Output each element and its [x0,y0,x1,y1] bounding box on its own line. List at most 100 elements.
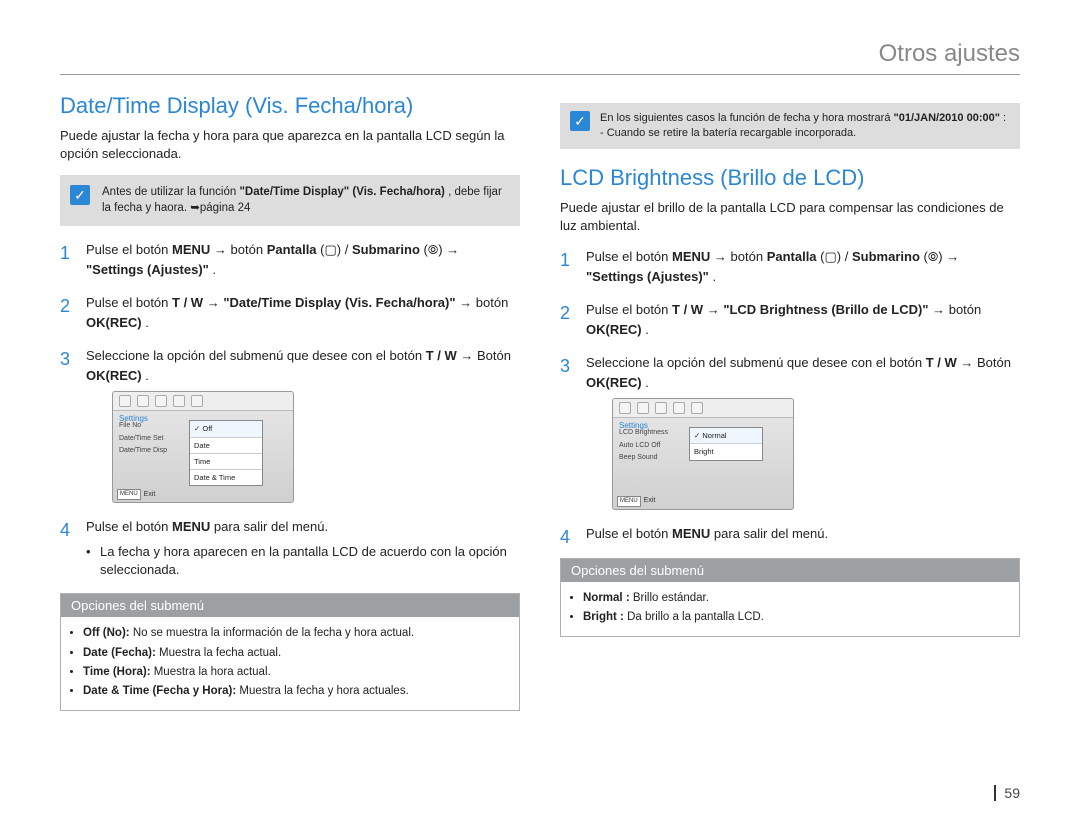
section-heading-lcd: LCD Brightness (Brillo de LCD) [560,165,1020,191]
tw-label: T / W [672,302,703,317]
submenu-options-box: Opciones del submenú Normal : Brillo est… [560,558,1020,638]
steps-list: Pulse el botón MENU → botón Pantalla (▢)… [60,240,520,579]
popup-item: Date [190,438,262,454]
menu-label: MENU [672,526,710,541]
submenu-item-text: Muestra la fecha actual. [156,647,281,659]
tw-label: T / W [172,295,203,310]
manual-page: Otros ajustes Date/Time Display (Vis. Fe… [0,0,1080,827]
settings-label: "Settings (Ajustes)" [86,262,209,277]
info-note-box: ✓ Antes de utilizar la función "Date/Tim… [60,175,520,226]
menu-label: MENU [172,242,210,257]
arrow: → Botón [960,355,1011,370]
right-column: ✓ En los siguientes casos la función de … [560,93,1020,711]
step4-text: Pulse el botón [86,519,172,534]
submenu-item: Off (No): No se muestra la información d… [83,625,507,642]
step4-text2: para salir del menú. [714,526,828,541]
submenu-item-bold: Date & Time (Fecha y Hora): [83,685,236,697]
ok-label: OK(REC) [86,368,142,383]
pantalla-label: Pantalla [767,249,817,264]
intro-text: Puede ajustar el brillo de la pantalla L… [560,199,1020,235]
arrow: → [707,302,724,317]
section-heading-datetime: Date/Time Display (Vis. Fecha/hora) [60,93,520,119]
period: . [645,322,649,337]
ok-label: OK(REC) [586,375,642,390]
topbar-icon [119,395,131,407]
arrow: → botón [214,242,267,257]
step3-text: Seleccione la opción del submenú que des… [86,348,426,363]
slash: / [345,242,349,257]
steps-list: Pulse el botón MENU → botón Pantalla (▢)… [560,247,1020,544]
submenu-item-bold: Bright : [583,611,624,623]
two-column-layout: Date/Time Display (Vis. Fecha/hora) Pued… [60,93,1020,711]
display-icon: (▢) [820,249,841,264]
topbar-icon [173,395,185,407]
popup-label: Off [202,424,212,433]
list-item: File No [117,420,169,433]
note-line1-bold: "01/JAN/2010 00:00" [894,112,1000,124]
submenu-list: Normal : Brillo estándar. Bright : Da br… [583,590,1007,627]
note-line1-pre: En los siguientes casos la función de fe… [600,112,894,124]
step4-bullet: La fecha y hora aparecen en la pantalla … [86,543,520,579]
lcd-mock-screenshot: Settings LCD Brightness Auto LCD Off Bee… [612,398,794,510]
step-4: Pulse el botón MENU para salir del menú.… [60,517,520,579]
topbar-icon [619,402,631,414]
arrow: → Botón [460,348,511,363]
list-item: Beep Sound [617,452,670,465]
tw-label: T / W [426,348,457,363]
step4-text2: para salir del menú. [214,519,328,534]
arrow: → botón [932,302,981,317]
step-3: Seleccione la opción del submenú que des… [60,346,520,503]
menu-list: LCD Brightness Auto LCD Off Beep Sound [617,427,670,465]
period: . [712,269,716,284]
page-header-title: Otros ajustes [60,40,1020,75]
tw-label: T / W [926,355,957,370]
period: . [145,368,149,383]
submenu-item-bold: Time (Hora): [83,666,151,678]
popup-item: ✓ Normal [690,428,762,444]
submenu-item-bold: Off (No): [83,627,130,639]
submarine-icon: (⦾) [424,242,443,257]
period: . [645,375,649,390]
step2-text: Pulse el botón [586,302,672,317]
left-column: Date/Time Display (Vis. Fecha/hora) Pued… [60,93,520,711]
info-note-box: ✓ En los siguientes casos la función de … [560,103,1020,149]
submenu-item-bold: Normal : [583,592,630,604]
note-line1-post: : [1003,112,1006,124]
submenu-item: Time (Hora): Muestra la hora actual. [83,664,507,681]
check-icon: ✓ [570,111,590,131]
page-number: 59 [994,785,1020,801]
screen-topbar [113,392,293,411]
popup-item: Bright [690,444,762,459]
popup-list: ✓ Off Date Time Date & Time [189,420,263,486]
display-icon: (▢) [320,242,341,257]
arrow: → botón [714,249,767,264]
topbar-icon [155,395,167,407]
pantalla-label: Pantalla [267,242,317,257]
submenu-item-text: Da brillo a la pantalla LCD. [624,611,764,623]
arrow: → [446,242,459,257]
step3-text: Seleccione la opción del submenú que des… [586,355,926,370]
topbar-icon [673,402,685,414]
step-1: Pulse el botón MENU → botón Pantalla (▢)… [560,247,1020,286]
note-line2: - Cuando se retire la batería recargable… [600,127,856,139]
submenu-list: Off (No): No se muestra la información d… [83,625,507,700]
check-icon: ✓ [70,185,90,205]
submarino-label: Submarino [852,249,920,264]
submenu-item-text: Muestra la hora actual. [151,666,271,678]
screen-bottombar: MENU Exit [617,496,655,507]
submenu-title: Opciones del submenú [61,594,519,617]
ok-label: OK(REC) [86,315,142,330]
intro-text: Puede ajustar la fecha y hora para que a… [60,127,520,163]
topbar-icon [191,395,203,407]
arrow: → [946,249,959,264]
submarino-label: Submarino [352,242,420,257]
note-text-pre: Antes de utilizar la función [102,186,239,198]
period: . [145,315,149,330]
submenu-item-text: No se muestra la información de la fecha… [130,627,414,639]
topbar-icon [691,402,703,414]
submenu-item-bold: Date (Fecha): [83,647,156,659]
arrow: → [207,295,224,310]
submenu-item: Date & Time (Fecha y Hora): Muestra la f… [83,683,507,700]
popup-item: Time [190,454,262,470]
step-3: Seleccione la opción del submenú que des… [560,353,1020,510]
